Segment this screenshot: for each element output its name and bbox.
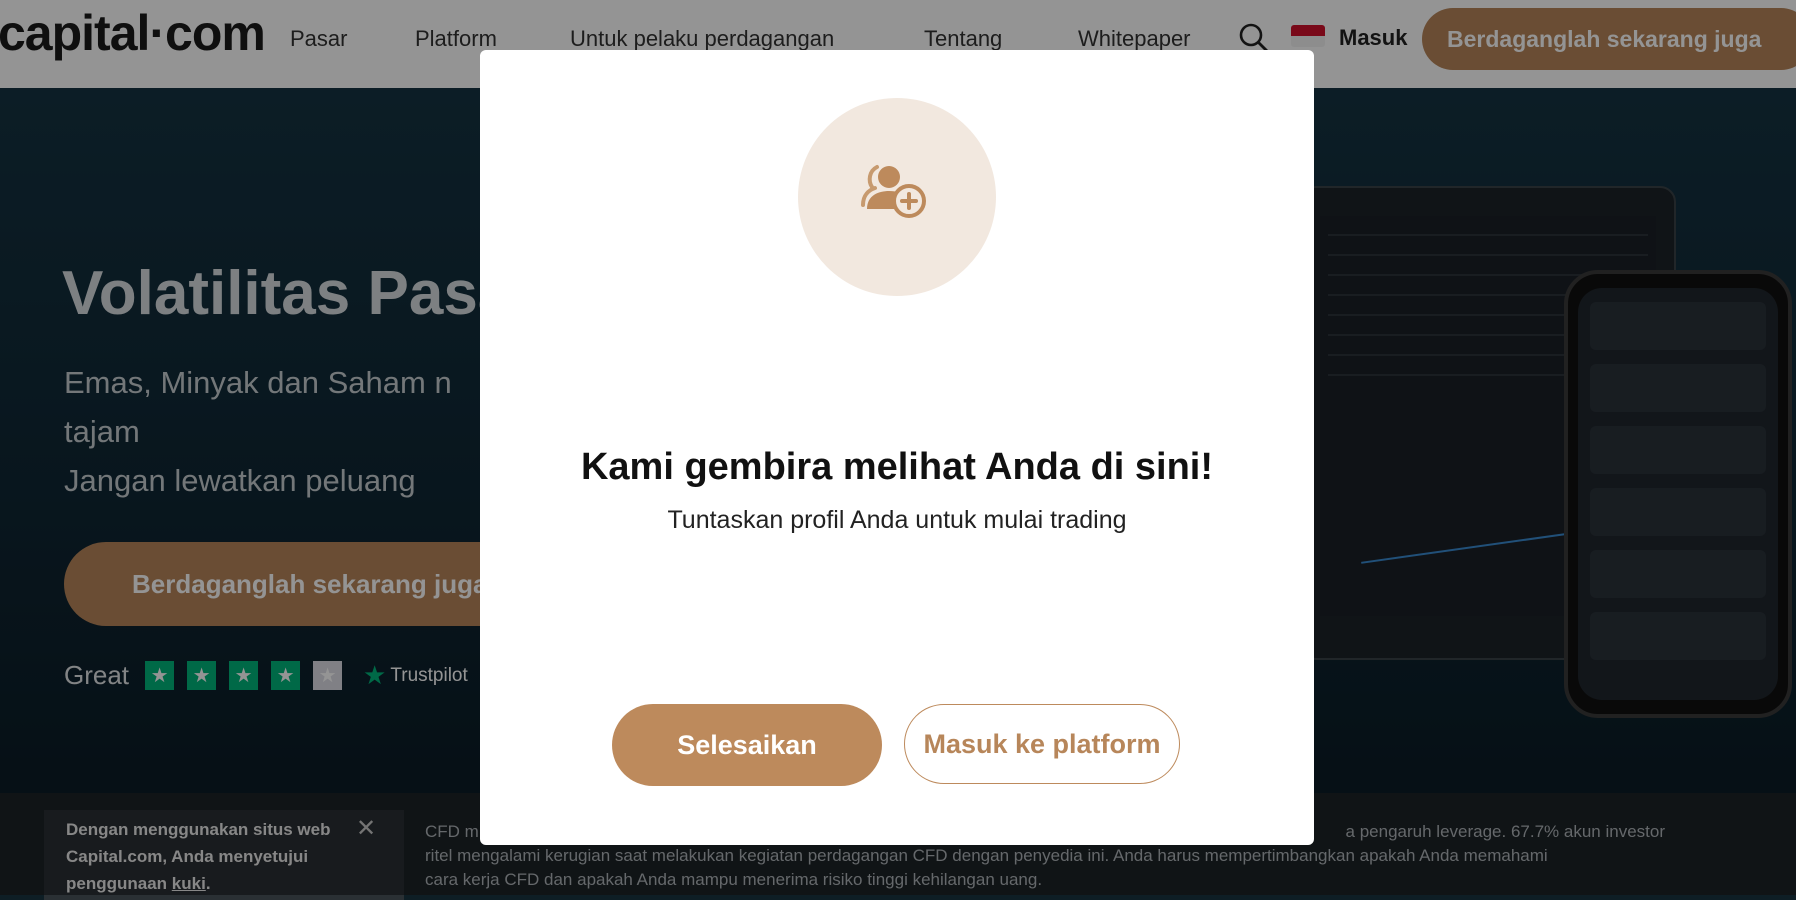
go-to-platform-button[interactable]: Masuk ke platform bbox=[904, 704, 1180, 784]
modal-title: Kami gembira melihat Anda di sini! bbox=[580, 446, 1214, 488]
user-add-icon bbox=[798, 98, 996, 296]
welcome-modal: Kami gembira melihat Anda di sini! Tunta… bbox=[480, 50, 1314, 845]
modal-subtitle: Tuntaskan profil Anda untuk mulai tradin… bbox=[667, 506, 1127, 534]
finish-profile-button[interactable]: Selesaikan bbox=[612, 704, 882, 786]
